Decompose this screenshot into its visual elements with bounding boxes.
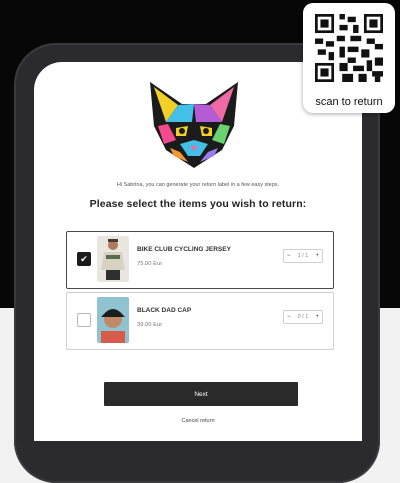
return-item-cap[interactable]: BLACK DAD CAP 39.00 Eur − 0 / 1 +: [66, 292, 334, 350]
phone-screen: Hi Sabrina, you can generate your return…: [34, 62, 362, 441]
plus-button[interactable]: +: [315, 314, 319, 320]
cancel-return-link[interactable]: Cancel return: [34, 418, 362, 424]
quantity-value: 0 / 1: [297, 314, 309, 320]
return-item-jersey[interactable]: ✔ BIKE CLUB CYCLING JERSEY 75.00 Eur − 1…: [66, 231, 334, 289]
item-checkbox[interactable]: ✔: [77, 252, 91, 266]
qr-code-icon: [315, 14, 383, 82]
item-price: 39.00 Eur: [137, 322, 163, 328]
checkmark-icon: ✔: [80, 253, 88, 264]
minus-button[interactable]: −: [287, 314, 291, 320]
cap-product-image: [97, 297, 129, 343]
quantity-value: 1 / 1: [297, 253, 309, 259]
quantity-stepper[interactable]: − 1 / 1 +: [283, 249, 323, 263]
item-price: 75.00 Eur: [137, 261, 163, 267]
greeting-text: Hi Sabrina, you can generate your return…: [116, 182, 280, 188]
plus-button[interactable]: +: [315, 253, 319, 259]
item-name: BLACK DAD CAP: [137, 307, 192, 314]
qr-card: scan to return: [303, 3, 395, 113]
page-heading: Please select the items you wish to retu…: [89, 198, 307, 210]
jersey-product-image: [97, 236, 129, 282]
item-name: BIKE CLUB CYCLING JERSEY: [137, 246, 231, 253]
quantity-stepper[interactable]: − 0 / 1 +: [283, 310, 323, 324]
cat-logo-icon: [150, 82, 238, 168]
minus-button[interactable]: −: [287, 253, 291, 259]
next-button[interactable]: Next: [104, 382, 298, 406]
item-checkbox[interactable]: [77, 313, 91, 327]
qr-caption: scan to return: [315, 96, 383, 108]
